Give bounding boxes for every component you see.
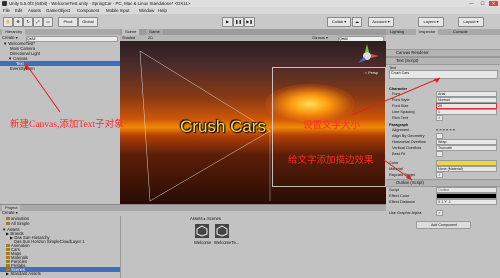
- annotation-create-canvas: 新建Canvas,添加Text子对象: [10, 120, 124, 130]
- annotation-outline: 给文字添加描边效果: [288, 156, 374, 166]
- annotation-font-size: 设置文字大小: [303, 121, 361, 131]
- annotation-arrows: [24, 63, 441, 181]
